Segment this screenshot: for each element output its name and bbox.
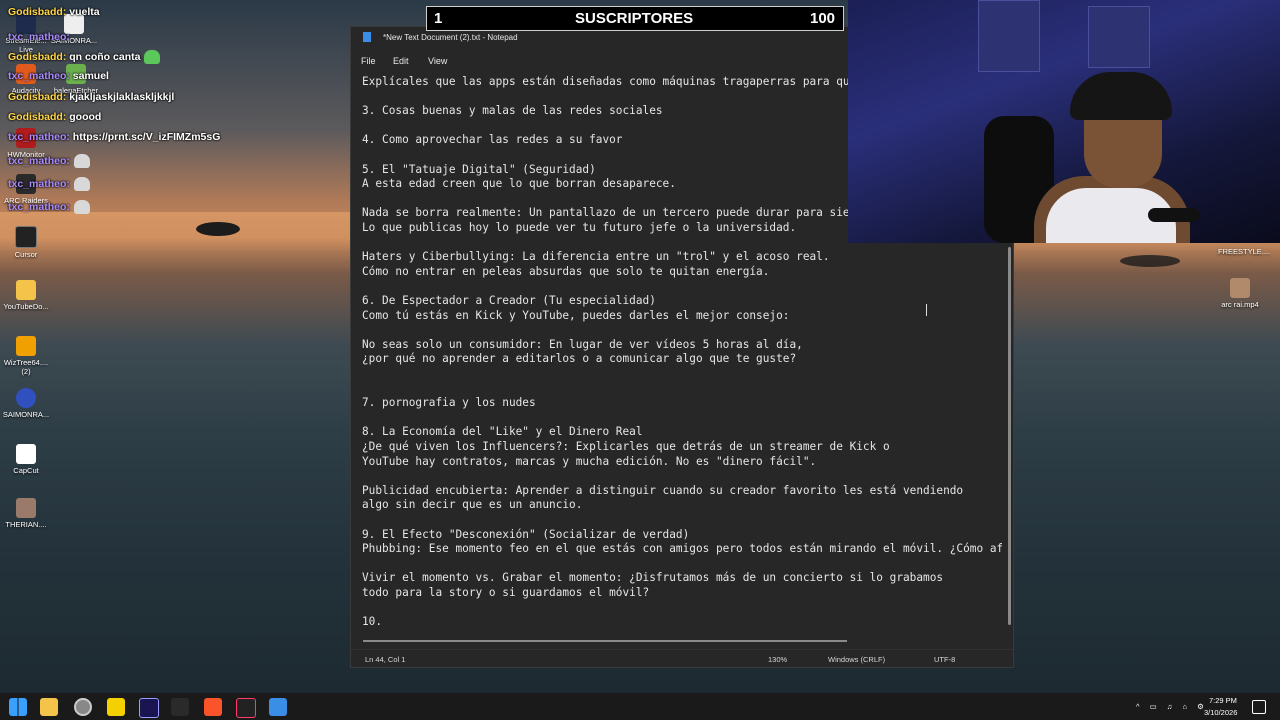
image-file-icon bbox=[16, 498, 36, 518]
desktop-icon-saimonra-2[interactable]: SAIMONRA... bbox=[0, 388, 52, 419]
desktop-icon-youtubedo[interactable]: YouTubeDo... bbox=[0, 280, 52, 311]
emote-icon bbox=[144, 50, 161, 64]
chat-message: txc_matheo: bbox=[8, 177, 90, 191]
text-line: 5. El "Tatuaje Digital" (Seguridad) bbox=[362, 162, 596, 176]
notification-icon[interactable] bbox=[1252, 700, 1266, 714]
capcut-icon[interactable] bbox=[171, 698, 189, 716]
chat-message: txc_matheo: bbox=[8, 154, 90, 168]
menu-edit[interactable]: Edit bbox=[393, 56, 409, 66]
streamer-cap bbox=[1070, 72, 1172, 120]
text-line: Cómo no entrar en peleas absurdas que so… bbox=[362, 264, 770, 278]
chrome-icon[interactable] bbox=[74, 698, 92, 716]
zoom-level: 130% bbox=[768, 655, 788, 664]
menu-file[interactable]: File bbox=[361, 56, 376, 66]
emote-icon bbox=[73, 177, 90, 191]
saimonra-icon bbox=[16, 388, 36, 408]
desktop-icon-wiztree[interactable]: WizTree64.... (2) bbox=[0, 336, 52, 376]
premiere-icon[interactable] bbox=[139, 698, 159, 718]
chat-message: txc_matheo: https://prnt.sc/V_izFIMZm5sG bbox=[8, 131, 221, 143]
video-file-icon bbox=[1230, 278, 1250, 298]
chat-message: txc_matheo: samuel bbox=[8, 70, 109, 82]
chat-message: Godisbadd: goood bbox=[8, 111, 102, 123]
text-line: Haters y Ciberbullying: La diferencia en… bbox=[362, 250, 830, 264]
notepad-icon[interactable] bbox=[269, 698, 287, 716]
text-line: Nada se borra realmente: Un pantallazo d… bbox=[362, 206, 850, 220]
text-line: No seas solo un consumidor: En lugar de … bbox=[362, 337, 803, 351]
chat-message: txc_matheo: bbox=[8, 31, 70, 43]
rock bbox=[1120, 255, 1180, 267]
microphone bbox=[1148, 208, 1200, 222]
brave-icon[interactable] bbox=[204, 698, 222, 716]
desktop-icon-therian[interactable]: THERIAN.... bbox=[0, 498, 52, 529]
wiztree-icon bbox=[16, 336, 36, 356]
text-line: Publicidad encubierta: Aprender a distin… bbox=[362, 483, 964, 497]
tray-icons[interactable]: ^ ▭ ♫ ⌂ ⚙ bbox=[1136, 702, 1208, 711]
text-line: 4. Como aprovechar las redes a su favor bbox=[362, 133, 623, 147]
desktop-icon-capcut[interactable]: CapCut bbox=[0, 444, 52, 475]
encoding: UTF-8 bbox=[934, 655, 956, 664]
subscriber-label: SUSCRIPTORES bbox=[575, 10, 694, 27]
emote-icon bbox=[73, 154, 90, 168]
subscriber-goal: 100 bbox=[810, 10, 836, 27]
cursor-position: Ln 44, Col 1 bbox=[365, 655, 406, 664]
chat-message: Godisbadd: vuelta bbox=[8, 6, 100, 18]
text-line: 6. De Espectador a Creador (Tu especiali… bbox=[362, 294, 656, 307]
webcam-feed bbox=[848, 0, 1280, 243]
text-line: Vivir el momento vs. Grabar el momento: … bbox=[362, 571, 944, 585]
text-line: 3. Cosas buenas y malas de las redes soc… bbox=[362, 104, 663, 118]
status-bar: Ln 44, Col 1 130% Windows (CRLF) UTF-8 bbox=[351, 649, 1013, 668]
text-line: Lo que publicas hoy lo puede ver tu futu… bbox=[362, 221, 797, 234]
chat-message: Godisbadd: kjakljaskjlaklaskljkkjl bbox=[8, 91, 175, 103]
clock-time[interactable]: 7:29 PM bbox=[1209, 696, 1237, 705]
text-line: 10. bbox=[362, 615, 383, 629]
text-line: algo sin decir que es un anuncio. bbox=[362, 498, 583, 512]
tiktok-icon[interactable] bbox=[236, 698, 256, 718]
text-line: todo para la story o si guardamos el móv… bbox=[362, 586, 650, 599]
wall-poster bbox=[1088, 6, 1150, 68]
window-title: *New Text Document (2).txt - Notepad bbox=[383, 33, 518, 42]
text-cursor-icon bbox=[926, 304, 927, 316]
notepad-icon bbox=[363, 32, 371, 42]
text-line: YouTube hay contratos, marcas y mucha ed… bbox=[362, 454, 817, 468]
text-line: 8. La Economía del "Like" y el Dinero Re… bbox=[362, 425, 643, 439]
cursor-app-icon bbox=[15, 226, 37, 248]
horizontal-scrollbar[interactable] bbox=[363, 640, 847, 642]
rock bbox=[196, 222, 240, 236]
vertical-scrollbar[interactable] bbox=[1008, 247, 1011, 625]
start-icon[interactable] bbox=[9, 698, 27, 716]
capcut-icon bbox=[16, 444, 36, 464]
menu-view[interactable]: View bbox=[428, 56, 447, 66]
text-line: ¿por qué no aprender a editarlos o a com… bbox=[362, 352, 797, 366]
desktop-icon-arc-rai-mp4[interactable]: arc rai.mp4 bbox=[1214, 278, 1266, 309]
text-line: 9. El Efecto "Desconexión" (Socializar d… bbox=[362, 527, 690, 541]
desktop-icon-cursor[interactable]: Cursor bbox=[0, 226, 52, 259]
text-line: ¿De qué viven los Influencers?: Explicar… bbox=[362, 440, 890, 453]
chat-message: txc_matheo: bbox=[8, 200, 90, 214]
folder-icon bbox=[16, 280, 36, 300]
emote-icon bbox=[73, 200, 90, 214]
chat-message: Godisbadd: qn coño canta bbox=[8, 50, 161, 64]
wall-poster bbox=[978, 0, 1040, 72]
notes-icon[interactable] bbox=[107, 698, 125, 716]
text-line: Como tú estás en Kick y YouTube, puedes … bbox=[362, 308, 790, 322]
overlay-label: FREESTYLE.... bbox=[1218, 247, 1271, 256]
taskbar: ^ ▭ ♫ ⌂ ⚙ 7:29 PM 3/10/2026 bbox=[0, 693, 1280, 720]
text-line: 7. pornografia y los nudes bbox=[362, 396, 536, 410]
clock-date[interactable]: 3/10/2026 bbox=[1204, 708, 1237, 717]
subscriber-count-left: 1 bbox=[434, 10, 443, 27]
line-ending: Windows (CRLF) bbox=[828, 655, 886, 664]
file-explorer-icon[interactable] bbox=[40, 698, 58, 716]
text-line: Phubbing: Ese momento feo en el que está… bbox=[362, 542, 1002, 556]
text-line: A esta edad creen que lo que borran desa… bbox=[362, 177, 676, 191]
text-line: Explícales que las apps están diseñadas … bbox=[362, 75, 850, 88]
subscriber-counter: 1 SUSCRIPTORES 100 bbox=[426, 6, 844, 31]
